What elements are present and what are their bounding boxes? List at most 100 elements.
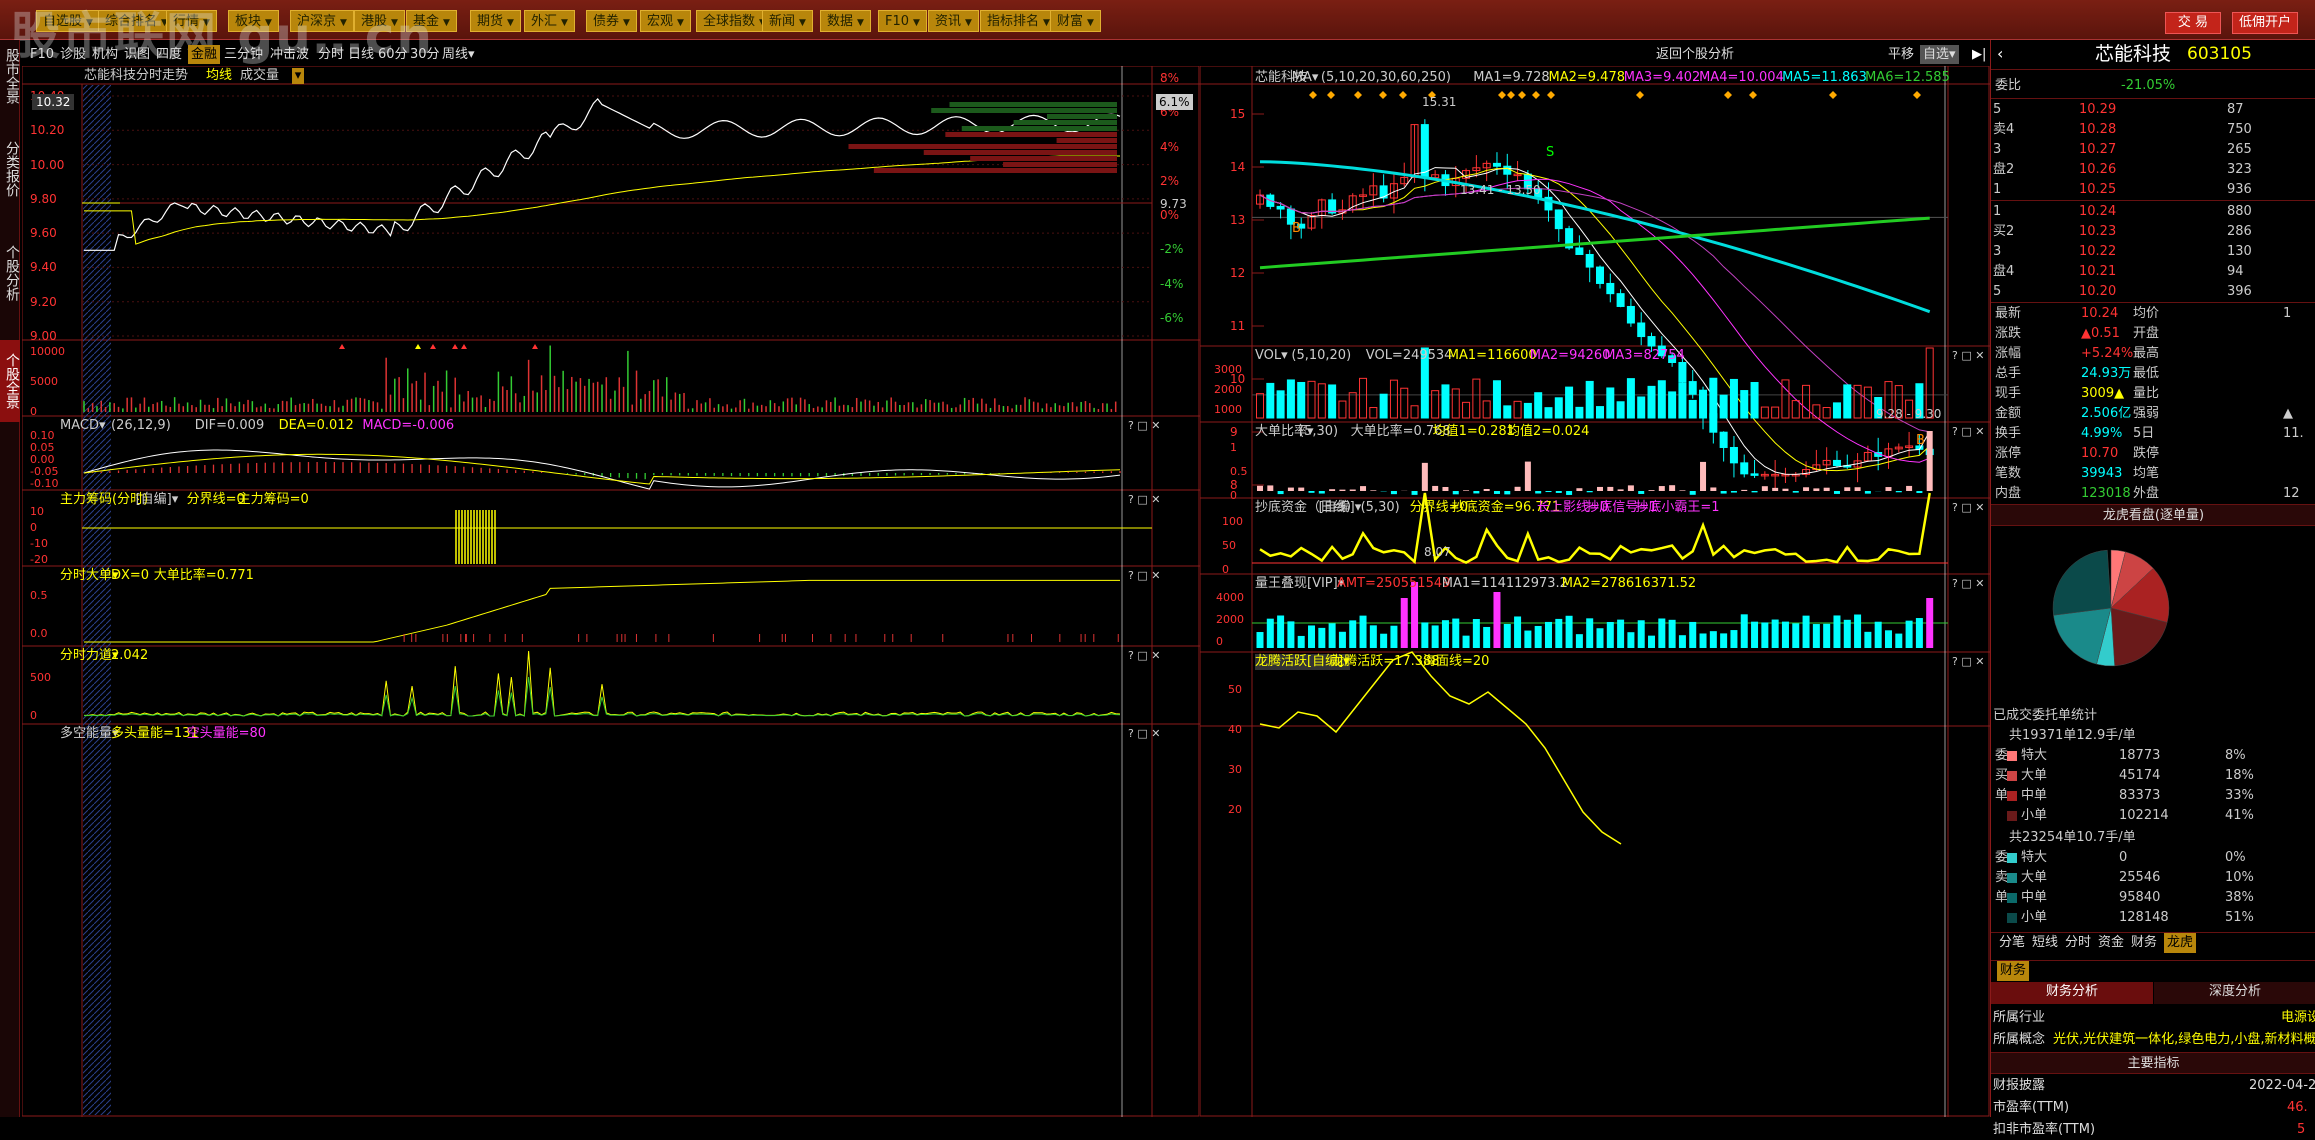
ask-level: 卖4 bbox=[1993, 120, 2014, 140]
macd-header-0: MACD▾ bbox=[60, 418, 106, 434]
panel-controls-icon[interactable]: ? □ ✕ bbox=[1128, 648, 1160, 664]
back-chevron-icon[interactable]: ‹ bbox=[1997, 44, 2003, 64]
panel-controls-icon[interactable]: ? □ ✕ bbox=[1128, 492, 1160, 508]
toolbar-three-minute[interactable]: 三分钟 bbox=[224, 45, 263, 64]
divider bbox=[1991, 98, 2315, 99]
menu-item-9[interactable]: 债券▼ bbox=[586, 10, 637, 32]
quote-tab-1[interactable]: 短线 bbox=[2032, 933, 2058, 953]
dropdown-arrow-icon: ▼ bbox=[1043, 18, 1050, 28]
pan-button[interactable]: 平移 bbox=[1888, 45, 1914, 64]
kline-axis-label: 12 bbox=[1230, 265, 1245, 281]
webi-value: -21.05% bbox=[2121, 76, 2175, 96]
quote-tab-5[interactable]: 龙虎 bbox=[2164, 933, 2196, 953]
order-count: 25546 bbox=[2119, 868, 2160, 888]
finance-analysis-tab[interactable]: 财务分析 bbox=[1991, 982, 2153, 1004]
ask-volume: 750 bbox=[2227, 120, 2252, 140]
ask-row[interactable]: 盘210.26323 bbox=[1991, 160, 2315, 180]
industry-label: 所属行业 bbox=[1993, 1008, 2045, 1028]
vol-header-3: MA1=116600 bbox=[1448, 348, 1537, 364]
toolbar-intraday[interactable]: 分时 bbox=[318, 45, 344, 64]
bid-row[interactable]: 110.24880 bbox=[1991, 202, 2315, 222]
panel-controls-icon[interactable]: ? □ ✕ bbox=[1128, 726, 1160, 742]
dropdown-arrow-icon: ▼ bbox=[507, 18, 514, 28]
toolbar-60min[interactable]: 60分 bbox=[378, 45, 408, 64]
macd-axis-label: -0.10 bbox=[30, 476, 58, 492]
quote-tab-3[interactable]: 资金 bbox=[2098, 933, 2124, 953]
menu-item-15[interactable]: 资讯▼ bbox=[928, 10, 979, 32]
menu-item-7[interactable]: 期货▼ bbox=[470, 10, 521, 32]
tab-category-quotes[interactable]: 分类报价 bbox=[0, 128, 20, 210]
kline-header-2: (5,10,20,30,60,250) bbox=[1321, 70, 1451, 86]
open-account-button[interactable]: 低佣开户 bbox=[2232, 12, 2298, 34]
stat-value: 24.93万 bbox=[2081, 364, 2131, 384]
bid-level: 盘4 bbox=[1993, 262, 2014, 282]
panel-controls-icon[interactable]: ? □ ✕ bbox=[1128, 418, 1160, 434]
menu-item-16[interactable]: 指标排名▼ bbox=[980, 10, 1057, 32]
concept-row: 所属概念光伏,光伏建筑一体化,绿色电力,小盘,新材料概 bbox=[1991, 1030, 2315, 1050]
quote-stock-code: 603105 bbox=[2187, 44, 2252, 64]
panel-controls-icon[interactable]: ? □ ✕ bbox=[1952, 654, 1984, 670]
tab-market-overview[interactable]: 股市全景 bbox=[0, 42, 20, 110]
stat-label-2: 最低 bbox=[2133, 364, 2159, 384]
toolbar-diagnose[interactable]: 诊股 bbox=[60, 45, 86, 64]
menu-item-8[interactable]: 外汇▼ bbox=[524, 10, 575, 32]
bid-price: 10.20 bbox=[2079, 282, 2116, 302]
bid-row[interactable]: 310.22130 bbox=[1991, 242, 2315, 262]
panel-controls-icon[interactable]: ? □ ✕ bbox=[1128, 568, 1160, 584]
panel-controls-icon[interactable]: ? □ ✕ bbox=[1952, 576, 1984, 592]
kline-axis-label: 13 bbox=[1230, 212, 1245, 228]
force-header-1: 2.042 bbox=[111, 648, 148, 664]
toolbar-f10[interactable]: F10 bbox=[30, 45, 54, 64]
toolbar-recognize[interactable]: 识图 bbox=[124, 45, 150, 64]
ask-row[interactable]: 卖410.28750 bbox=[1991, 120, 2315, 140]
expand-icon[interactable]: ▶| bbox=[1972, 45, 1986, 64]
toolbar-daily[interactable]: 日线 bbox=[348, 45, 374, 64]
watchlist-dropdown[interactable]: 自选▾ bbox=[1920, 45, 1959, 64]
vol-header-4: MA2=94260 bbox=[1530, 348, 1611, 364]
ask-row[interactable]: 310.27265 bbox=[1991, 140, 2315, 160]
toolbar-institution[interactable]: 机构 bbox=[92, 45, 118, 64]
panel-controls-icon[interactable]: ? □ ✕ bbox=[1952, 500, 1984, 516]
bigratio-axis-label: 0.5 bbox=[1230, 464, 1248, 480]
toolbar-impact-wave[interactable]: 冲击波 bbox=[270, 45, 309, 64]
deep-analysis-tab[interactable]: 深度分析 bbox=[2154, 982, 2315, 1004]
quote-tab-4[interactable]: 财务 bbox=[2131, 933, 2157, 953]
ask-row[interactable]: 110.25936 bbox=[1991, 180, 2315, 200]
toolbar-four-degree[interactable]: 四度 bbox=[156, 45, 182, 64]
menu-item-label: 财富 bbox=[1057, 14, 1083, 29]
finance-tab[interactable]: 财务 bbox=[1997, 961, 2029, 981]
multi-header-2: 空头量能=80 bbox=[187, 726, 266, 742]
ask-volume: 265 bbox=[2227, 140, 2252, 160]
bid-row[interactable]: 买210.23286 bbox=[1991, 222, 2315, 242]
order-count: 83373 bbox=[2119, 786, 2160, 806]
panel-controls-icon[interactable]: ? □ ✕ bbox=[1952, 424, 1984, 440]
menu-item-17[interactable]: 财富▼ bbox=[1050, 10, 1101, 32]
kingvol-axis-label: 0 bbox=[1216, 634, 1223, 650]
menu-item-14[interactable]: F10▼ bbox=[878, 10, 927, 32]
ask-volume: 323 bbox=[2227, 160, 2252, 180]
trade-button[interactable]: 交 易 bbox=[2165, 12, 2221, 34]
bigratio-header-4: 均值2=0.024 bbox=[1507, 424, 1589, 440]
order-count: 45174 bbox=[2119, 766, 2160, 786]
finance-subtabs: 财务分析深度分析 bbox=[1991, 982, 2315, 1004]
bid-row[interactable]: 510.20396 bbox=[1991, 282, 2315, 302]
ask-row[interactable]: 510.2987 bbox=[1991, 100, 2315, 120]
tab-stock-analysis[interactable]: 个股分析 bbox=[0, 232, 20, 314]
menu-item-10[interactable]: 宏观▼ bbox=[640, 10, 691, 32]
menu-item-12[interactable]: 新闻▼ bbox=[762, 10, 813, 32]
tab-stock-panorama[interactable]: 个股全景 bbox=[0, 340, 20, 422]
bid-row[interactable]: 盘410.2194 bbox=[1991, 262, 2315, 282]
back-to-analysis-button[interactable]: 返回个股分析 bbox=[1656, 45, 1734, 64]
kline-axis-label: 15 bbox=[1230, 106, 1245, 122]
quote-tab-0[interactable]: 分笔 bbox=[1999, 933, 2025, 953]
toolbar-weekly[interactable]: 周线▾ bbox=[442, 45, 475, 64]
panel-controls-icon[interactable]: ? □ ✕ bbox=[1952, 348, 1984, 364]
menu-item-13[interactable]: 数据▼ bbox=[820, 10, 871, 32]
quote-tab-2[interactable]: 分时 bbox=[2065, 933, 2091, 953]
color-swatch bbox=[2007, 791, 2017, 801]
price-axis-label: 10.00 bbox=[30, 157, 64, 173]
toolbar-finance[interactable]: 金融 bbox=[188, 45, 220, 64]
toolbar-30min[interactable]: 30分 bbox=[410, 45, 440, 64]
dropdown-arrow-icon: ▼ bbox=[623, 18, 630, 28]
pe2-label: 扣非市盈率(TTM) bbox=[1993, 1120, 2095, 1140]
